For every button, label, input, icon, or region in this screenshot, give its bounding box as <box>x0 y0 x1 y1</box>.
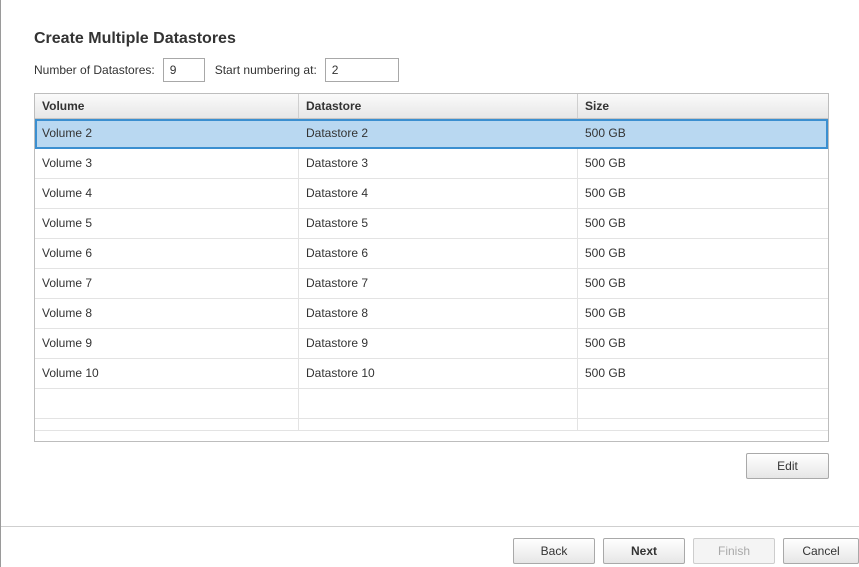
cell-size: 500 GB <box>585 306 626 320</box>
cell-size: 500 GB <box>585 246 626 260</box>
start-numbering-input[interactable] <box>324 58 399 82</box>
next-button[interactable]: Next <box>603 538 685 564</box>
empty-cell <box>578 419 828 430</box>
cell-datastore: Datastore 8 <box>299 299 578 328</box>
num-datastores-label: Number of Datastores: <box>34 63 155 77</box>
datastores-table: Volume Datastore Size Volume 2 Datastore… <box>34 93 829 442</box>
finish-button[interactable]: Finish <box>693 538 775 564</box>
dialog-title: Create Multiple Datastores <box>34 30 236 47</box>
numbering-form: Number of Datastores: Start numbering at… <box>34 58 399 82</box>
cell-size: 500 GB <box>585 216 626 230</box>
table-header: Volume Datastore Size <box>35 94 828 119</box>
cell-size: 500 GB <box>585 186 626 200</box>
column-header-datastore[interactable]: Datastore <box>299 94 578 118</box>
table-row[interactable]: Volume 5 Datastore 5 500 GB <box>35 209 828 239</box>
cell-volume: Volume 2 <box>35 119 299 148</box>
empty-cell <box>35 389 299 418</box>
table-row[interactable]: Volume 9 Datastore 9 500 GB <box>35 329 828 359</box>
cell-size: 500 GB <box>585 336 626 350</box>
table-row[interactable]: Volume 8 Datastore 8 500 GB <box>35 299 828 329</box>
column-header-size[interactable]: Size <box>578 94 828 118</box>
table-row[interactable]: Volume 3 Datastore 3 500 GB <box>35 149 828 179</box>
wizard-dialog: Create Multiple Datastores Number of Dat… <box>0 0 859 567</box>
cell-datastore: Datastore 5 <box>299 209 578 238</box>
footer-divider <box>1 526 859 527</box>
table-row[interactable]: Volume 4 Datastore 4 500 GB <box>35 179 828 209</box>
table-row[interactable]: Volume 7 Datastore 7 500 GB <box>35 269 828 299</box>
cell-volume: Volume 8 <box>35 299 299 328</box>
cell-datastore: Datastore 7 <box>299 269 578 298</box>
back-button[interactable]: Back <box>513 538 595 564</box>
cell-volume: Volume 9 <box>35 329 299 358</box>
cell-datastore: Datastore 9 <box>299 329 578 358</box>
empty-table-row <box>35 419 828 431</box>
cell-size: 500 GB <box>585 156 626 170</box>
cell-datastore: Datastore 3 <box>299 149 578 178</box>
cancel-button[interactable]: Cancel <box>783 538 859 564</box>
cell-datastore: Datastore 4 <box>299 179 578 208</box>
empty-cell <box>299 389 578 418</box>
edit-button[interactable]: Edit <box>746 453 829 479</box>
cell-volume: Volume 5 <box>35 209 299 238</box>
empty-cell <box>35 419 299 430</box>
table-row[interactable]: Volume 10 Datastore 10 500 GB <box>35 359 828 389</box>
cell-volume: Volume 7 <box>35 269 299 298</box>
empty-cell <box>578 389 828 418</box>
cell-datastore: Datastore 10 <box>299 359 578 388</box>
column-header-volume[interactable]: Volume <box>35 94 299 118</box>
start-numbering-label: Start numbering at: <box>214 63 317 77</box>
cell-volume: Volume 10 <box>35 359 299 388</box>
cell-datastore: Datastore 6 <box>299 239 578 268</box>
cell-size: 500 GB <box>585 366 626 380</box>
cell-size: 500 GB <box>585 276 626 290</box>
num-datastores-input[interactable] <box>162 58 205 82</box>
table-row[interactable]: Volume 6 Datastore 6 500 GB <box>35 239 828 269</box>
table-row[interactable]: Volume 2 Datastore 2 500 GB <box>35 119 828 149</box>
empty-table-row <box>35 389 828 419</box>
cell-volume: Volume 4 <box>35 179 299 208</box>
cell-volume: Volume 6 <box>35 239 299 268</box>
cell-size: 500 GB <box>585 126 626 140</box>
cell-volume: Volume 3 <box>35 149 299 178</box>
empty-cell <box>299 419 578 430</box>
cell-datastore: Datastore 2 <box>299 119 578 148</box>
